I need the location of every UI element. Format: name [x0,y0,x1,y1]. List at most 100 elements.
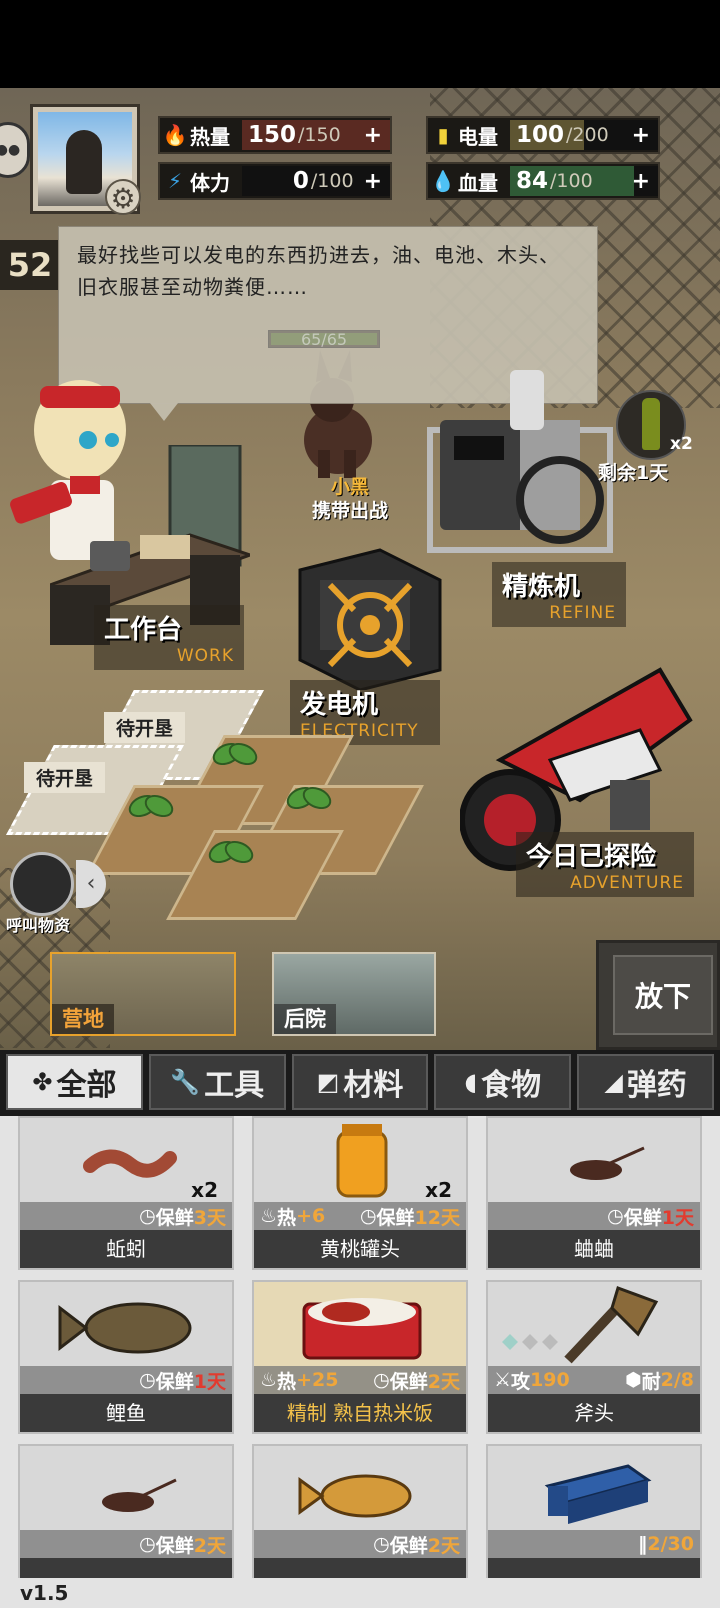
gear-icon[interactable]: ⚙ [105,179,141,215]
refine-label[interactable]: 精炼机 REFINE [492,562,626,627]
stamina-value: 0 [292,168,309,194]
fresh-label: 保鲜 [155,1206,194,1229]
tab-tools[interactable]: 🔧 工具 [148,1054,286,1110]
item-card[interactable]: ◷ 保鲜 2天 [252,1444,468,1578]
health-drop-icon: 💧 [430,169,456,193]
calories-label: 热量 [190,124,230,149]
fresh-value: 3天 [193,1206,226,1229]
item-card[interactable]: ◷ 保鲜 1天 蛐蛐 [486,1116,702,1270]
call-supply-button[interactable]: ‹ 呼叫物资 [6,852,110,935]
tab-tools-label: 工具 [204,1068,265,1103]
item-name: 精制 熟自热米饭 [254,1394,466,1432]
swords-icon: ⚔ [494,1369,512,1391]
tab-food[interactable]: ◖ 食物 [434,1054,572,1110]
pet-hp-text: 65/65 [300,330,348,349]
workbench-label[interactable]: 工作台 WORK [94,605,244,670]
flame-icon: ♨ [260,1369,278,1391]
empty-plot-label-1: 待开垦 [104,712,186,743]
add-health-button[interactable]: + [632,169,650,194]
day-counter: 52 [0,240,60,290]
item-name: 蛐蛐 [488,1230,700,1268]
sprout-icon [286,782,332,822]
fish-icon [298,1474,412,1518]
empty-plot-label-2: 待开垦 [24,762,106,793]
durability-label: 耐 [641,1370,661,1393]
item-name: 黄桃罐头 [254,1230,466,1268]
item-card[interactable]: ⚔ 攻 190 ⬢ 耐 2/8 斧头 [486,1280,702,1434]
clock-icon: ◷ [139,1369,156,1391]
flame-icon: 🔥 [162,123,188,147]
generator-name: 发电机 [300,690,379,720]
refine-name: 精炼机 [502,572,581,602]
player-avatar[interactable]: ⚙ [30,104,141,215]
clock-icon: ◷ [139,1533,156,1555]
item-card[interactable]: ♨ 热 +25 ◷ 保鲜 2天 精制 熟自热米饭 [252,1280,468,1434]
stamina-stat: ⚡ 体力 0 /100 + [158,162,392,200]
axe-icon [502,1286,659,1364]
category-tabs: ✤ 全部 🔧 工具 ◩ 材料 ◖ 食物 ◢ 弹药 [0,1050,720,1116]
refine-en: REFINE [549,603,616,623]
fresh-label: 保鲜 [623,1206,662,1229]
tab-materials[interactable]: ◩ 材料 [291,1054,429,1110]
item-card[interactable]: x2 ◷ 保鲜 3天 蚯蚓 [18,1116,234,1270]
location-tab-backyard[interactable]: 后院 [272,952,436,1036]
ammo-box-icon [544,1464,652,1524]
sprout-icon [128,790,174,830]
flame-icon: ♨ [260,1205,278,1227]
add-power-button[interactable]: + [632,123,650,148]
fresh-label: 保鲜 [155,1370,194,1393]
stamina-label: 体力 [190,170,230,195]
calories-stat: 🔥 热量 150 /150 + [158,116,392,154]
tab-all[interactable]: ✤ 全部 [6,1054,143,1110]
item-qty: x2 [191,1178,218,1202]
pet-hp-bar: 65/65 [268,330,380,349]
clock-icon: ◷ [359,1205,377,1227]
clock-icon: ◷ [373,1369,390,1391]
adventure-name: 今日已探险 [526,842,657,872]
stamina-max: /100 [310,170,354,192]
sprout-icon [212,738,258,778]
tab-food-label: 食物 [481,1068,542,1103]
item-card[interactable]: ◷ 保鲜 2天 [18,1444,234,1578]
location-backyard-label: 后院 [274,1004,336,1034]
carp-icon [58,1302,192,1354]
item-card[interactable]: x2 ♨ 热 +6 ◷ 保鲜 12天 黄桃罐头 [252,1116,468,1270]
calories-max: /150 [298,124,341,146]
fresh-value: 1天 [661,1206,694,1229]
fresh-label: 保鲜 [389,1370,428,1393]
bottle-count: x2 [670,434,693,454]
status-bar-area [0,0,720,88]
add-stamina-button[interactable]: + [364,169,382,194]
workbench-en: WORK [176,646,234,666]
adventure-label[interactable]: 今日已探险 ADVENTURE [516,832,694,897]
item-name: 蚯蚓 [20,1230,232,1268]
dialog-tail [150,403,178,421]
version-label: v1.5 [0,1578,720,1608]
tab-materials-label: 材料 [343,1068,404,1103]
wrench-icon: 🔧 [170,1068,201,1096]
location-camp-label: 营地 [52,1004,114,1034]
fresh-label: 保鲜 [376,1206,415,1229]
power-label: 电量 [458,124,498,149]
put-down-button[interactable]: 放下 [596,940,720,1050]
oil-bottle-buff[interactable]: x2 剩余1天 [598,390,702,484]
calories-value: 150 [248,122,297,148]
location-tab-camp[interactable]: 营地 [50,952,236,1036]
add-calories-button[interactable]: + [364,123,382,148]
fresh-value: 2天 [193,1534,226,1557]
item-name [254,1558,466,1578]
item-card[interactable]: ◷ 保鲜 1天 鲤鱼 [18,1280,234,1434]
item-name [20,1558,232,1578]
health-max: /100 [550,170,593,192]
durability-icon: ⬢ [625,1369,642,1391]
item-card[interactable]: ‖ 2/30 [486,1444,702,1578]
fresh-value: 2天 [427,1370,460,1393]
put-down-label: 放下 [613,955,713,1035]
pet-action-button[interactable]: 携带出战 [270,496,430,523]
tab-ammo[interactable]: ◢ 弹药 [577,1054,714,1110]
tab-ammo-label: 弹药 [626,1068,687,1103]
power-max: /200 [566,124,609,146]
item-name: 鲤鱼 [20,1394,232,1432]
item-qty: x2 [425,1178,452,1202]
material-icon: ◩ [316,1068,340,1096]
